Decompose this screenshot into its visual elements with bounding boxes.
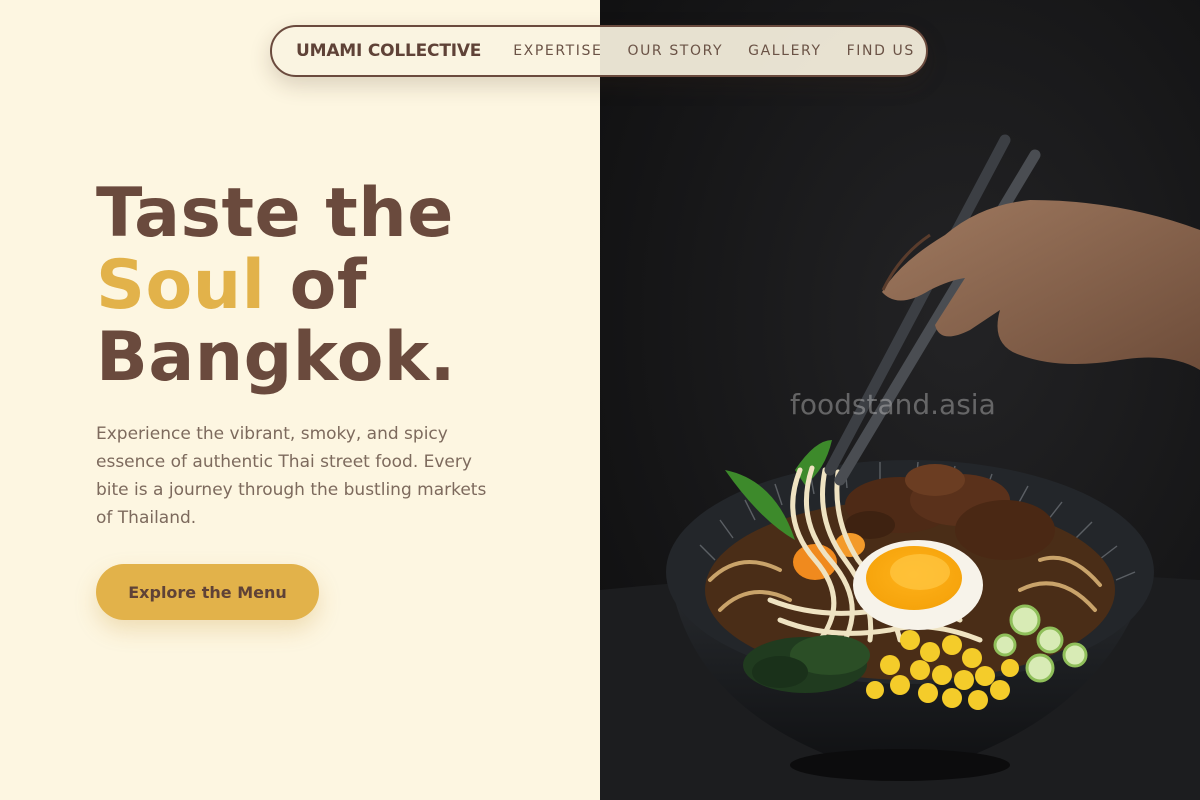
landing-page: foodstand.asia UMAMI COLLECTIVE EXPERTIS…: [0, 0, 1200, 800]
soft-boiled-egg: [853, 540, 983, 630]
nav-link-find-us[interactable]: FIND US: [847, 43, 915, 59]
hero-title-accent: Soul: [96, 246, 266, 325]
hero-title-line1: Taste the: [96, 174, 454, 253]
explore-menu-button[interactable]: Explore the Menu: [96, 564, 319, 620]
hero-title: Taste the Soul of Bangkok.: [96, 178, 456, 394]
hero-title-line2-rest: of: [265, 246, 367, 325]
nav-link-expertise[interactable]: EXPERTISE: [513, 43, 602, 59]
brand-logo[interactable]: UMAMI COLLECTIVE: [296, 41, 481, 61]
nav-links: EXPERTISE OUR STORY GALLERY FIND US: [513, 43, 915, 59]
hero-left-panel: [0, 0, 600, 800]
nav-link-our-story[interactable]: OUR STORY: [627, 43, 723, 59]
watermark-text: foodstand.asia: [790, 388, 996, 421]
nav-link-gallery[interactable]: GALLERY: [748, 43, 821, 59]
hero-title-line3: Bangkok.: [96, 318, 456, 397]
top-navbar: UMAMI COLLECTIVE EXPERTISE OUR STORY GAL…: [270, 25, 928, 77]
hero-description: Experience the vibrant, smoky, and spicy…: [96, 424, 487, 528]
